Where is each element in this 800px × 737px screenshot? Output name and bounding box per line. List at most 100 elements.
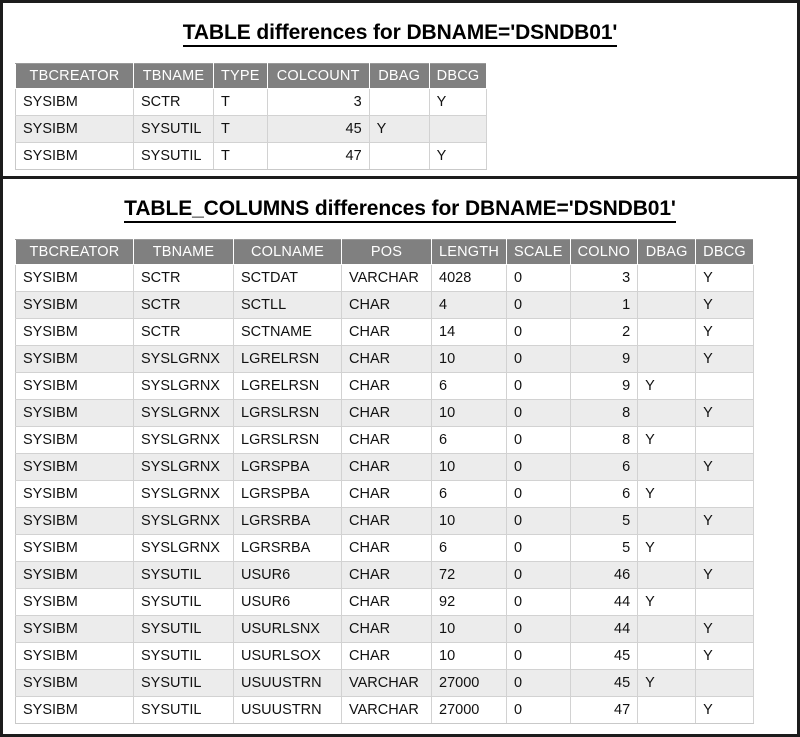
table-cell: Y: [637, 480, 697, 508]
table-cell: SYSIBM: [15, 115, 134, 143]
table-cell: 0: [506, 291, 571, 319]
table-cell: Y: [637, 534, 697, 562]
table-cell: 27000: [430, 669, 508, 697]
table-cell: SCTDAT: [233, 264, 342, 292]
table-cell: CHAR: [341, 345, 432, 373]
table-cell: SYSLGRNX: [133, 534, 234, 562]
table-cell: VARCHAR: [341, 264, 432, 292]
section-title-table-columns: TABLE_COLUMNS differences for DBNAME='DS…: [3, 179, 797, 227]
table-cell: 6: [430, 534, 508, 562]
column-header-tbcreator: TBCREATOR: [15, 239, 134, 265]
table-cell: 2: [569, 318, 639, 346]
table-cell: 45: [569, 669, 639, 697]
table-cell: Y: [695, 291, 754, 319]
table-cell: 3: [569, 264, 639, 292]
table-cell: [637, 291, 697, 319]
table-columns-differences-section: TABLE_COLUMNS differences for DBNAME='DS…: [3, 179, 797, 730]
table-cell: Y: [428, 88, 488, 116]
table-cell: 0: [506, 507, 571, 535]
table-cell: 72: [430, 561, 508, 589]
column-header-tbcreator: TBCREATOR: [15, 63, 134, 89]
table-cell: LGRELRSN: [233, 372, 342, 400]
table-cell: CHAR: [341, 318, 432, 346]
table-row: SYSIBM SYSUTIL T 47 Y: [15, 142, 488, 170]
table-cell: Y: [368, 115, 430, 143]
column-header-scale: SCALE: [506, 239, 571, 265]
table-row: SYSIBM SYSLGRNX LGRELRSN CHAR 6 0 9 Y: [15, 372, 754, 400]
table-cell: 4: [430, 291, 508, 319]
table-cell: SYSLGRNX: [133, 507, 234, 535]
table-cell: SYSLGRNX: [133, 480, 234, 508]
table-cell: [637, 318, 697, 346]
table-row: SYSIBM SYSUTIL USUUSTRN VARCHAR 27000 0 45 Y: [15, 669, 754, 697]
table-cell: SYSLGRNX: [133, 372, 234, 400]
table-cell: CHAR: [341, 507, 432, 535]
table-cell: USUUSTRN: [233, 696, 342, 724]
table-cell: 4028: [430, 264, 508, 292]
table-cell: SYSIBM: [15, 345, 134, 373]
table-cell: 8: [569, 399, 639, 427]
table-cell: SYSUTIL: [133, 696, 234, 724]
table-cell: LGRELRSN: [233, 345, 342, 373]
table-cell: [637, 507, 697, 535]
table-cell: Y: [695, 696, 754, 724]
table-cell: 10: [430, 399, 508, 427]
table-row: SYSIBM SYSUTIL USUR6 CHAR 92 0 44 Y: [15, 588, 754, 616]
table-cell: 0: [506, 615, 571, 643]
table-cell: 8: [569, 426, 639, 454]
table-cell: 0: [506, 534, 571, 562]
table-differences-head: TBCREATOR TBNAME TYPE COLCOUNT DBAG DBCG: [15, 63, 488, 89]
table-cell: LGRSLRSN: [233, 399, 342, 427]
table-cell: CHAR: [341, 372, 432, 400]
table-cell: SYSIBM: [15, 642, 134, 670]
table-cell: SYSIBM: [15, 615, 134, 643]
table-row: SYSIBM SYSLGRNX LGRSPBA CHAR 10 0 6 Y: [15, 453, 754, 481]
table-cell: [637, 642, 697, 670]
table-cell: Y: [637, 372, 697, 400]
table-cell: T: [213, 142, 268, 170]
table-cell: SYSUTIL: [133, 115, 214, 143]
table-row: SYSIBM SYSLGRNX LGRSLRSN CHAR 10 0 8 Y: [15, 399, 754, 427]
table-cell: Y: [695, 507, 754, 535]
column-header-length: LENGTH: [430, 239, 508, 265]
table-row: SYSIBM SYSUTIL USUUSTRN VARCHAR 27000 0 47 Y: [15, 696, 754, 724]
table-cell: SYSUTIL: [133, 142, 214, 170]
table-cell: Y: [695, 399, 754, 427]
column-header-dbcg: DBCG: [695, 239, 754, 265]
table-cell: 0: [506, 264, 571, 292]
table-cell: 10: [430, 615, 508, 643]
table-cell: 0: [506, 426, 571, 454]
table-cell: Y: [428, 142, 488, 170]
table-cell: [637, 453, 697, 481]
table-cell: SYSUTIL: [133, 561, 234, 589]
table-cell: 0: [506, 453, 571, 481]
table-cell: SYSIBM: [15, 534, 134, 562]
table-cell: SYSIBM: [15, 588, 134, 616]
table-cell: 45: [569, 642, 639, 670]
section-title-table: TABLE differences for DBNAME='DSNDB01': [3, 3, 797, 51]
table-cell: 27000: [430, 696, 508, 724]
table-cell: 9: [569, 345, 639, 373]
table-cell: T: [213, 115, 268, 143]
table-cell: [695, 480, 754, 508]
table-cell: 10: [430, 642, 508, 670]
table-row: SYSIBM SYSLGRNX LGRSPBA CHAR 6 0 6 Y: [15, 480, 754, 508]
column-header-tbname: TBNAME: [133, 63, 214, 89]
table-cell: Y: [637, 426, 697, 454]
table-cell: 0: [506, 588, 571, 616]
table-row: SYSIBM SYSUTIL USURLSOX CHAR 10 0 45 Y: [15, 642, 754, 670]
column-header-colno: COLNO: [569, 239, 639, 265]
table-cell: 0: [506, 345, 571, 373]
table-cell: 6: [430, 372, 508, 400]
table-cell: Y: [695, 615, 754, 643]
table-cell: 6: [569, 453, 639, 481]
table-cell: SYSIBM: [15, 453, 134, 481]
table-row: SYSIBM SCTR SCTLL CHAR 4 0 1 Y: [15, 291, 754, 319]
table-cell: SCTNAME: [233, 318, 342, 346]
column-header-colname: COLNAME: [233, 239, 342, 265]
table-cell: CHAR: [341, 426, 432, 454]
table-cell: SYSUTIL: [133, 669, 234, 697]
table-cell: SYSIBM: [15, 372, 134, 400]
table-cell: CHAR: [341, 399, 432, 427]
section-title-table-columns-text: TABLE_COLUMNS differences for DBNAME='DS…: [124, 197, 676, 223]
